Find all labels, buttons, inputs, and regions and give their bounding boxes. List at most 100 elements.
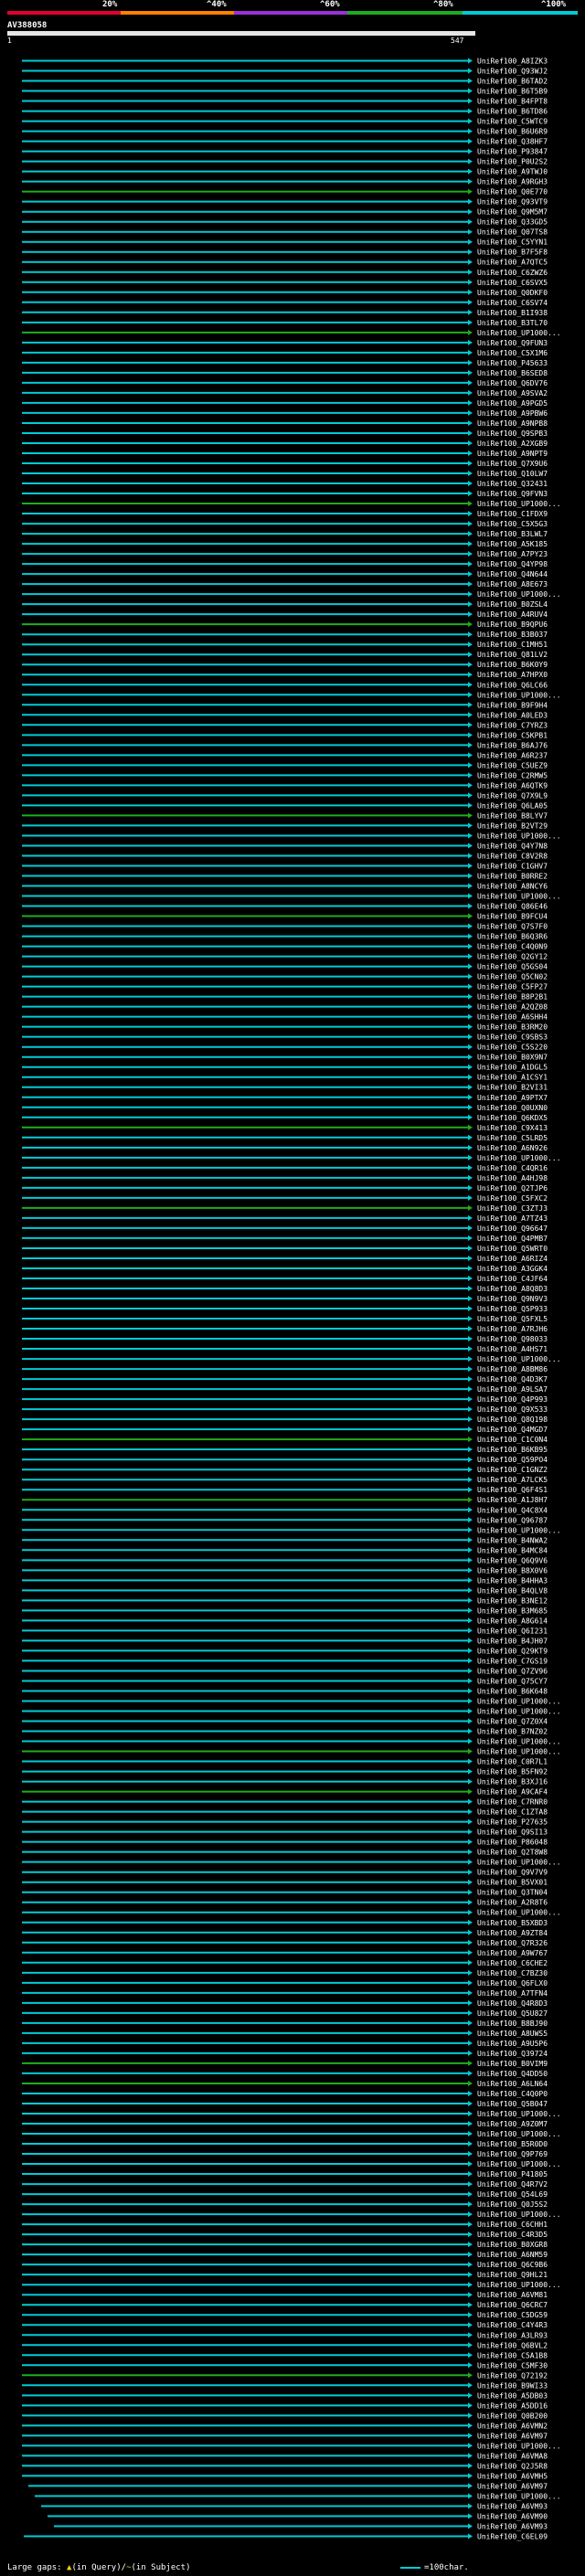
hit-accession-label[interactable]: UniRef100_P41805 [477,2170,548,2178]
hit-accession-label[interactable]: UniRef100_A6NM59 [477,2251,548,2259]
hit-row[interactable]: UniRef100_Q0DKF0 [22,289,548,297]
hit-accession-label[interactable]: UniRef100_A6VM97 [477,2432,548,2440]
hit-accession-label[interactable]: UniRef100_P93847 [477,148,548,156]
hit-row[interactable]: UniRef100_A7LCK5 [22,1476,548,1484]
hit-row[interactable]: UniRef100_B6TAD2 [22,78,548,86]
hit-accession-label[interactable]: UniRef100_UP1000... [477,2130,561,2138]
hit-row[interactable]: UniRef100_B5R0D0 [22,2140,548,2148]
hit-accession-label[interactable]: UniRef100_C1C0N4 [477,1436,548,1444]
hit-row[interactable]: UniRef100_A6VM97 [22,2432,548,2440]
hit-row[interactable]: UniRef100_Q9HL21 [22,2271,548,2279]
hit-row[interactable]: UniRef100_C5X1M6 [22,349,548,357]
hit-accession-label[interactable]: UniRef100_Q9V7V9 [477,1869,548,1877]
hit-accession-label[interactable]: UniRef100_Q9SPB3 [477,429,548,438]
hit-accession-label[interactable]: UniRef100_Q4Y7N8 [477,842,548,850]
hit-accession-label[interactable]: UniRef100_Q9HL21 [477,2271,548,2279]
hit-accession-label[interactable]: UniRef100_Q93VT9 [477,198,548,207]
hit-accession-label[interactable]: UniRef100_A7TZ43 [477,1214,548,1223]
hit-accession-label[interactable]: UniRef100_Q7X9L9 [477,791,548,800]
hit-row[interactable]: UniRef100_C7RNR0 [22,1798,548,1807]
hit-row[interactable]: UniRef100_B6SED8 [22,369,548,377]
hit-row[interactable]: UniRef100_P41805 [22,2170,548,2178]
hit-row[interactable]: UniRef100_A6VMA8 [22,2452,548,2460]
hit-row[interactable]: UniRef100_Q39724 [22,2050,548,2058]
hit-accession-label[interactable]: UniRef100_A9CAF4 [477,1788,548,1797]
hit-accession-label[interactable]: UniRef100_Q0J5S2 [477,2200,548,2209]
hit-accession-label[interactable]: UniRef100_UP1000... [477,2281,561,2289]
hit-accession-label[interactable]: UniRef100_A7HPX0 [477,671,548,679]
hit-accession-label[interactable]: UniRef100_A4RUV4 [477,610,548,619]
hit-accession-label[interactable]: UniRef100_UP1000... [477,893,561,901]
hit-row[interactable]: UniRef100_B7F5F8 [22,249,548,257]
hit-accession-label[interactable]: UniRef100_A2XGB9 [477,440,548,448]
hit-row[interactable]: UniRef100_A5K185 [22,540,548,548]
hit-row[interactable]: UniRef100_UP1000... [22,2442,561,2450]
hit-row[interactable]: UniRef100_Q5FXL5 [22,1315,548,1323]
hit-accession-label[interactable]: UniRef100_C4Q0N9 [477,943,548,951]
hit-row[interactable]: UniRef100_Q7S7F0 [22,923,548,931]
hit-accession-label[interactable]: UniRef100_Q0DKF0 [477,289,548,297]
hit-accession-label[interactable]: UniRef100_B3TL70 [477,319,548,327]
hit-accession-label[interactable]: UniRef100_Q0UXN0 [477,1104,548,1112]
hit-accession-label[interactable]: UniRef100_Q6I231 [477,1627,548,1635]
hit-row[interactable]: UniRef100_C6EL09 [24,2532,548,2540]
hit-row[interactable]: UniRef100_Q5WRT0 [22,1245,548,1253]
hit-row[interactable]: UniRef100_B0RRE2 [22,872,548,880]
hit-row[interactable]: UniRef100_B4FPT8 [22,98,548,106]
hit-row[interactable]: UniRef100_A6RIZ4 [22,1255,548,1263]
hit-accession-label[interactable]: UniRef100_UP1000... [477,2442,561,2450]
hit-row[interactable]: UniRef100_Q6FLX0 [22,1979,548,1988]
hit-accession-label[interactable]: UniRef100_B4NWA2 [477,1536,548,1544]
hit-accession-label[interactable]: UniRef100_B7NZ02 [477,1728,548,1736]
hit-row[interactable]: UniRef100_B9QPU6 [22,620,548,629]
hit-accession-label[interactable]: UniRef100_A2QZ08 [477,1003,548,1012]
hit-accession-label[interactable]: UniRef100_C4Q0P0 [477,2090,548,2098]
hit-row[interactable]: UniRef100_C1C0N4 [22,1436,548,1444]
hit-row[interactable]: UniRef100_Q6KDX5 [22,1114,548,1122]
hit-row[interactable]: UniRef100_A7TZ43 [22,1214,548,1223]
hit-row[interactable]: UniRef100_B9FCU4 [22,913,548,921]
hit-row[interactable]: UniRef100_Q6BVL2 [22,2341,548,2349]
hit-accession-label[interactable]: UniRef100_Q6F4S1 [477,1486,548,1494]
hit-accession-label[interactable]: UniRef100_B8BJ90 [477,2019,548,2028]
hit-row[interactable]: UniRef100_A8BM86 [22,1365,548,1373]
hit-row[interactable]: UniRef100_B0X9N7 [22,1054,548,1062]
hit-row[interactable]: UniRef100_C5FP27 [22,983,548,991]
hit-accession-label[interactable]: UniRef100_UP1000... [477,1707,561,1715]
hit-row[interactable]: UniRef100_C4Q0N9 [22,943,548,951]
hit-accession-label[interactable]: UniRef100_Q7Z0X4 [477,1718,548,1726]
hit-row[interactable]: UniRef100_Q2GY12 [22,953,548,961]
hit-row[interactable]: UniRef100_B8BJ90 [22,2019,548,2028]
hit-accession-label[interactable]: UniRef100_C4Y4R3 [477,2321,548,2329]
hit-row[interactable]: UniRef100_Q4DD50 [22,2070,548,2078]
hit-accession-label[interactable]: UniRef100_A7RJH6 [477,1325,548,1333]
hit-row[interactable]: UniRef100_B1I938 [22,309,548,317]
hit-row[interactable]: UniRef100_A8NCY6 [22,883,548,891]
hit-row[interactable]: UniRef100_B3B037 [22,631,548,639]
hit-row[interactable]: UniRef100_A9SVA2 [22,389,548,398]
hit-row[interactable]: UniRef100_UP1000... [22,1707,561,1715]
hit-row[interactable]: UniRef100_A6VM90 [48,2512,548,2520]
hit-accession-label[interactable]: UniRef100_UP1000... [477,2492,561,2500]
hit-row[interactable]: UniRef100_B3TL70 [22,319,548,327]
hit-accession-label[interactable]: UniRef100_A6LN64 [477,2080,548,2088]
hit-accession-label[interactable]: UniRef100_B7F5F8 [477,249,548,257]
hit-row[interactable]: UniRef100_Q4D3K7 [22,1375,548,1383]
hit-accession-label[interactable]: UniRef100_A1J8H7 [477,1496,548,1504]
hit-accession-label[interactable]: UniRef100_A6VM81 [477,2291,548,2299]
hit-accession-label[interactable]: UniRef100_B0RRE2 [477,872,548,880]
hit-accession-label[interactable]: UniRef100_Q7S7F0 [477,923,548,931]
hit-accession-label[interactable]: UniRef100_A6VMH5 [477,2472,548,2480]
hit-accession-label[interactable]: UniRef100_C0R7L1 [477,1758,548,1766]
hit-row[interactable]: UniRef100_Q6LC66 [22,681,548,689]
hit-row[interactable]: UniRef100_A9CAF4 [22,1788,548,1797]
hit-row[interactable]: UniRef100_Q9X533 [22,1405,548,1414]
hit-row[interactable]: UniRef100_B6K648 [22,1687,548,1695]
hit-row[interactable]: UniRef100_B9WI33 [22,2381,548,2390]
hit-accession-label[interactable]: UniRef100_C6CHH1 [477,2221,548,2229]
hit-accession-label[interactable]: UniRef100_C5YYN1 [477,239,548,247]
hit-accession-label[interactable]: UniRef100_UP1000... [477,1909,561,1917]
hit-row[interactable]: UniRef100_A1DGL5 [22,1064,548,1072]
hit-row[interactable]: UniRef100_Q4R7V2 [22,2180,548,2189]
hit-accession-label[interactable]: UniRef100_P86048 [477,1839,548,1847]
